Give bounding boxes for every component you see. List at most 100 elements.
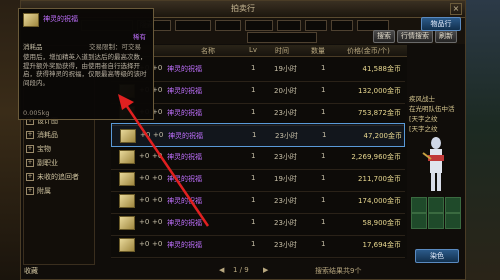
header-qty[interactable]: 数量 — [311, 46, 325, 56]
expand-icon: + — [26, 173, 34, 181]
sidebar-item-1[interactable]: + 消耗品 — [26, 130, 92, 141]
header-level[interactable]: Lv — [249, 46, 257, 54]
reinforce-value: +0 — [139, 174, 150, 182]
equip-slot[interactable] — [445, 197, 461, 213]
equip-slot[interactable] — [445, 213, 461, 229]
item-time: 19小时 — [274, 175, 297, 183]
listing-table: 名称 Lv 时间 数量 价格(金币/个) +0+0神灵的祝福119小时141,5… — [111, 45, 407, 259]
search-all-button[interactable]: 行情搜索 — [397, 30, 433, 43]
filter-field-e[interactable] — [277, 20, 301, 31]
filter-field-d[interactable] — [245, 20, 273, 31]
equip-slot[interactable] — [428, 213, 444, 229]
table-row[interactable]: +0 +0 神灵的祝福 1 23小时 1 47,200金币 — [111, 123, 405, 147]
character-avatar — [421, 135, 451, 193]
top-right-button[interactable]: 物品行 — [421, 17, 461, 31]
tooltip-description: 使用后，增加精英入道到达后的最高次数，提升额外奖励获得，由使用者自行选择开启，获… — [23, 53, 147, 87]
equip-slot[interactable] — [428, 197, 444, 213]
item-name: 神灵的祝福 — [167, 241, 202, 249]
item-name: 神灵的祝福 — [167, 219, 202, 227]
tooltip-rarity: 稀有 — [133, 33, 146, 41]
sidebar-item-label: 未收的追回者 — [37, 173, 79, 181]
item-qty: 1 — [321, 86, 326, 94]
filter-field-b[interactable] — [175, 20, 211, 31]
item-price: 753,872金币 — [358, 109, 401, 117]
item-icon — [119, 172, 135, 186]
item-qty: 1 — [321, 108, 326, 116]
amplify-value: +0 — [152, 196, 163, 204]
close-icon[interactable]: × — [450, 3, 462, 15]
item-time: 23小时 — [274, 241, 297, 249]
character-info-line: 在光明队伍中活 — [409, 105, 455, 113]
sidebar-item-2[interactable]: + 宝物 — [26, 144, 92, 155]
sidebar-item-5[interactable]: + 附属 — [26, 186, 92, 197]
item-icon — [119, 194, 135, 208]
item-level: 1 — [251, 218, 256, 226]
item-icon — [119, 150, 135, 164]
item-qty: 1 — [321, 196, 326, 204]
expand-icon: + — [26, 131, 34, 139]
item-name: 神灵的祝福 — [167, 109, 202, 117]
item-time: 23小时 — [274, 219, 297, 227]
sidebar-item-4[interactable]: + 未收的追回者 — [26, 172, 92, 183]
reinforce-value: +0 — [139, 152, 150, 160]
sidebar-bottom-label[interactable]: 收藏 — [24, 266, 38, 276]
header-price[interactable]: 价格(金币/个) — [347, 46, 390, 56]
character-panel: 疾风战士 在光明队伍中活 [天字之纹 [天字之纹 染色 — [407, 93, 465, 263]
sidebar-item-label: 消耗品 — [37, 131, 58, 139]
character-info-line: [天字之纹 — [409, 125, 438, 133]
search-button[interactable]: 搜索 — [373, 30, 395, 43]
prev-page-icon[interactable]: ◀ — [219, 266, 224, 274]
item-level: 1 — [251, 108, 256, 116]
item-level: 1 — [251, 64, 256, 72]
expand-icon: + — [26, 187, 34, 195]
equip-slot[interactable] — [411, 197, 427, 213]
page-indicator: 1 / 9 — [233, 266, 249, 274]
character-info-line: [天字之纹 — [409, 115, 438, 123]
item-level: 1 — [251, 152, 256, 160]
next-page-icon[interactable]: ▶ — [263, 266, 268, 274]
item-level: 1 — [251, 196, 256, 204]
tooltip-trade: 交易限制：可交易 — [89, 43, 141, 51]
item-price: 2,269,960金币 — [351, 153, 401, 161]
sidebar-item-3[interactable]: + 副职业 — [26, 158, 92, 169]
result-count: 搜索结果共9个 — [315, 267, 362, 275]
item-qty: 1 — [321, 218, 326, 226]
sidebar-item-label: 副职业 — [37, 159, 58, 167]
refresh-button[interactable]: 刷新 — [435, 30, 457, 43]
header-name[interactable]: 名称 — [201, 46, 215, 56]
expand-icon: + — [26, 159, 34, 167]
table-row[interactable]: +0 +0 神灵的祝福 1 23小时 1 17,694金币 — [111, 233, 405, 258]
item-qty: 1 — [321, 174, 326, 182]
item-level: 1 — [251, 240, 256, 248]
header-time[interactable]: 时间 — [275, 46, 289, 56]
item-price: 58,900金币 — [362, 219, 402, 227]
filter-field-i[interactable] — [247, 32, 317, 43]
amplify-value: +0 — [153, 131, 164, 139]
sidebar-item-label: 附属 — [37, 187, 51, 195]
item-time: 23小时 — [274, 109, 297, 117]
item-price: 47,200金币 — [363, 132, 403, 140]
item-time: 19小时 — [274, 65, 297, 73]
item-qty: 1 — [322, 131, 327, 139]
item-price: 211,700金币 — [358, 175, 401, 183]
reinforce-value: +0 — [139, 218, 150, 226]
item-name: 神灵的祝福 — [168, 132, 203, 140]
item-time: 20小时 — [274, 87, 297, 95]
filter-field-g[interactable] — [331, 20, 353, 31]
equipment-slots — [411, 197, 463, 229]
item-icon — [119, 238, 135, 252]
filter-field-c[interactable] — [215, 20, 241, 31]
filter-field-f[interactable] — [305, 20, 327, 31]
item-tooltip: 神灵的祝福 稀有 消耗品 交易限制：可交易 使用后，增加精英入道到达后的最高次数… — [18, 8, 154, 120]
reinforce-value: +0 — [139, 240, 150, 248]
equip-slot[interactable] — [411, 213, 427, 229]
character-info-line: 疾风战士 — [409, 95, 435, 103]
item-name: 神灵的祝福 — [167, 65, 202, 73]
item-qty: 1 — [321, 152, 326, 160]
item-time: 23小时 — [275, 132, 298, 140]
dye-button[interactable]: 染色 — [415, 249, 459, 263]
table-footer: ◀ 1 / 9 ▶ 搜索结果共9个 — [111, 263, 411, 279]
item-name: 神灵的祝福 — [167, 175, 202, 183]
amplify-value: +0 — [152, 218, 163, 226]
reinforce-value: +0 — [140, 131, 151, 139]
